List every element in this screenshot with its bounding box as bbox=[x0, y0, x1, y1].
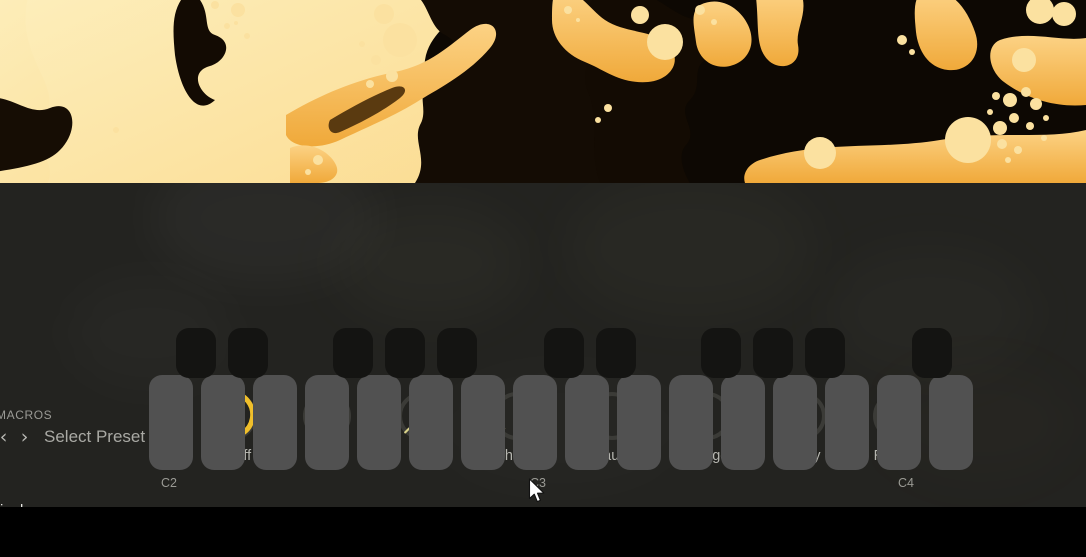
white-key[interactable] bbox=[617, 375, 661, 470]
white-key[interactable] bbox=[201, 375, 245, 470]
white-key[interactable] bbox=[773, 375, 817, 470]
white-key[interactable] bbox=[721, 375, 765, 470]
white-key[interactable] bbox=[305, 375, 349, 470]
black-key[interactable] bbox=[596, 328, 636, 378]
white-key[interactable] bbox=[461, 375, 505, 470]
white-key[interactable] bbox=[565, 375, 609, 470]
plugin-panel: MACROS ‹ › Select Preset Single mbal[84]… bbox=[0, 183, 1086, 507]
keyboard[interactable] bbox=[0, 328, 1086, 470]
white-key[interactable] bbox=[513, 375, 557, 470]
plugin-window: MACROS ‹ › Select Preset Single mbal[84]… bbox=[0, 0, 1086, 557]
white-key[interactable] bbox=[149, 375, 193, 470]
octave-marker-c4: C4 bbox=[898, 476, 914, 490]
white-key[interactable] bbox=[669, 375, 713, 470]
white-key[interactable] bbox=[357, 375, 401, 470]
black-key[interactable] bbox=[228, 328, 268, 378]
white-key[interactable] bbox=[409, 375, 453, 470]
octave-marker-c3: C3 bbox=[530, 476, 546, 490]
black-key[interactable] bbox=[805, 328, 845, 378]
preset-artwork bbox=[0, 0, 1086, 183]
white-key[interactable] bbox=[929, 375, 973, 470]
bottom-bar bbox=[0, 507, 1086, 557]
black-key[interactable] bbox=[437, 328, 477, 378]
black-key[interactable] bbox=[385, 328, 425, 378]
black-key[interactable] bbox=[176, 328, 216, 378]
octave-marker-c2: C2 bbox=[161, 476, 177, 490]
white-key[interactable] bbox=[825, 375, 869, 470]
white-key[interactable] bbox=[877, 375, 921, 470]
white-key[interactable] bbox=[253, 375, 297, 470]
black-key[interactable] bbox=[701, 328, 741, 378]
black-key[interactable] bbox=[544, 328, 584, 378]
black-key[interactable] bbox=[333, 328, 373, 378]
black-key[interactable] bbox=[912, 328, 952, 378]
black-key[interactable] bbox=[753, 328, 793, 378]
